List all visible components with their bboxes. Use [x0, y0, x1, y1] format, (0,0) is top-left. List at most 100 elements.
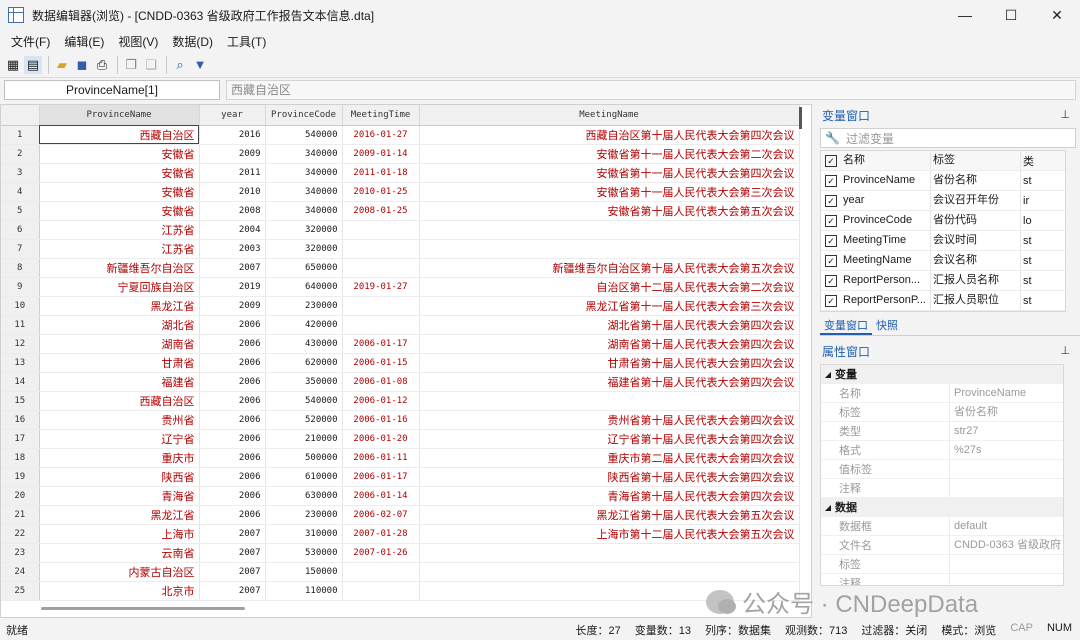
variable-checkbox[interactable]: ✓ — [825, 294, 837, 307]
cell-meetingname[interactable]: 安徽省第十一届人民代表大会第四次会议 — [419, 163, 800, 183]
cell-meetingtime[interactable]: 2010-01-25 — [342, 182, 420, 202]
variable-row[interactable]: ✓ ProvinceName 省份名称 st — [821, 171, 1065, 191]
cell-year[interactable]: 2007 — [199, 562, 266, 582]
cell-provincecode[interactable]: 350000 — [265, 372, 343, 392]
cell-meetingtime[interactable] — [342, 258, 420, 278]
table-row[interactable]: 20 青海省 2006 630000 2006-01-14 青海省第十届人民代表大会第四次… — [1, 486, 800, 506]
edit-mode-icon[interactable]: ▦ — [4, 56, 22, 74]
table-row[interactable]: 17 辽宁省 2006 210000 2006-01-20 辽宁省第十届人民代表大会第四次… — [1, 429, 800, 449]
cell-year[interactable]: 2006 — [199, 448, 266, 468]
cell-meetingtime[interactable]: 2009-01-14 — [342, 144, 420, 164]
cell-provincecode[interactable]: 340000 — [265, 163, 343, 183]
cell-provincecode[interactable]: 500000 — [265, 448, 343, 468]
cell-meetingname[interactable]: 湖北省第十届人民代表大会第四次会议 — [419, 315, 800, 335]
cell-provincecode[interactable]: 210000 — [265, 429, 343, 449]
variable-row[interactable]: ✓ year 会议召开年份 ir — [821, 191, 1065, 211]
menu-edit[interactable]: 编辑(E) — [57, 33, 111, 50]
cell-meetingtime[interactable]: 2006-01-11 — [342, 448, 420, 468]
table-row[interactable]: 4 安徽省 2010 340000 2010-01-25 安徽省第十一届人民代表大会第三次… — [1, 182, 800, 202]
cell-meetingtime[interactable] — [342, 220, 420, 240]
table-row[interactable]: 5 安徽省 2008 340000 2008-01-25 安徽省第十届人民代表大会第五次会… — [1, 201, 800, 221]
variable-checkbox[interactable]: ✓ — [825, 234, 837, 247]
print-icon[interactable]: ⎙ — [93, 56, 111, 74]
property-value[interactable]: str27 — [949, 422, 1063, 440]
table-row[interactable]: 25 北京市 2007 110000 — [1, 581, 800, 601]
cell-meetingname[interactable]: 福建省第十届人民代表大会第四次会议 — [419, 372, 800, 392]
cell-meetingtime[interactable]: 2016-01-27 — [342, 125, 420, 145]
cell-meetingname[interactable]: 贵州省第十届人民代表大会第四次会议 — [419, 410, 800, 430]
property-value[interactable] — [949, 460, 1063, 478]
cell-provincename[interactable]: 江苏省 — [39, 239, 200, 259]
cell-provincename[interactable]: 安徽省 — [39, 144, 200, 164]
column-header-provincename[interactable]: ProvinceName — [39, 105, 200, 126]
cell-meetingtime[interactable]: 2006-01-17 — [342, 334, 420, 354]
cell-provincename[interactable]: 甘肃省 — [39, 353, 200, 373]
cell-year[interactable]: 2004 — [199, 220, 266, 240]
property-row[interactable]: 格式 %27s — [821, 441, 1063, 460]
cell-meetingname[interactable]: 上海市第十二届人民代表大会第五次会议 — [419, 524, 800, 544]
cell-provincecode[interactable]: 340000 — [265, 144, 343, 164]
variable-row[interactable]: ✓ MeetingName 会议名称 st — [821, 251, 1065, 271]
menu-data[interactable]: 数据(D) — [165, 33, 220, 50]
table-row[interactable]: 24 内蒙古自治区 2007 150000 — [1, 562, 800, 582]
column-header-year[interactable]: year — [199, 105, 266, 126]
cell-meetingname[interactable]: 西藏自治区第十届人民代表大会第四次会议 — [419, 125, 800, 145]
cell-provincename[interactable]: 贵州省 — [39, 410, 200, 430]
cell-provincecode[interactable]: 310000 — [265, 524, 343, 544]
minimize-button[interactable]: — — [942, 0, 988, 30]
cell-meetingtime[interactable]: 2006-01-17 — [342, 467, 420, 487]
variables-header-name[interactable]: 名称 — [841, 151, 931, 170]
collapse-icon[interactable]: ◢ — [821, 503, 835, 512]
cell-year[interactable]: 2006 — [199, 505, 266, 525]
cell-provincecode[interactable]: 520000 — [265, 410, 343, 430]
cell-provincecode[interactable]: 320000 — [265, 239, 343, 259]
cell-meetingtime[interactable]: 2006-01-20 — [342, 429, 420, 449]
property-value[interactable] — [949, 479, 1063, 497]
cell-meetingname[interactable] — [419, 562, 800, 582]
cell-provincecode[interactable]: 650000 — [265, 258, 343, 278]
property-value[interactable]: CNDD-0363 省级政府 — [949, 536, 1063, 554]
cell-provincename[interactable]: 内蒙古自治区 — [39, 562, 200, 582]
variable-row[interactable]: ✓ ReportPerson... 汇报人员名称 st — [821, 271, 1065, 291]
cell-provincename[interactable]: 新疆维吾尔自治区 — [39, 258, 200, 278]
cell-year[interactable]: 2016 — [199, 125, 266, 145]
cell-meetingtime[interactable]: 2019-01-27 — [342, 277, 420, 297]
cell-year[interactable]: 2006 — [199, 334, 266, 354]
cell-provincecode[interactable]: 150000 — [265, 562, 343, 582]
property-value[interactable]: %27s — [949, 441, 1063, 459]
cell-provincename[interactable]: 宁夏回族自治区 — [39, 277, 200, 297]
table-row[interactable]: 21 黑龙江省 2006 230000 2006-02-07 黑龙江省第十届人民代表大会第… — [1, 505, 800, 525]
maximize-button[interactable]: ☐ — [988, 0, 1034, 30]
cell-value-field[interactable]: 西藏自治区 — [226, 80, 1076, 100]
cell-year[interactable]: 2007 — [199, 543, 266, 563]
cell-year[interactable]: 2006 — [199, 467, 266, 487]
cell-year[interactable]: 2007 — [199, 581, 266, 601]
cell-year[interactable]: 2006 — [199, 429, 266, 449]
cell-provincecode[interactable]: 320000 — [265, 220, 343, 240]
table-row[interactable]: 7 江苏省 2003 320000 — [1, 239, 800, 259]
cell-provincecode[interactable]: 530000 — [265, 543, 343, 563]
cell-meetingtime[interactable]: 2006-01-16 — [342, 410, 420, 430]
cell-meetingname[interactable]: 新疆维吾尔自治区第十届人民代表大会第五次会议 — [419, 258, 800, 278]
cell-provincecode[interactable]: 230000 — [265, 505, 343, 525]
save-icon[interactable]: ◼ — [73, 56, 91, 74]
property-value[interactable] — [949, 555, 1063, 573]
variable-checkbox[interactable]: ✓ — [825, 194, 837, 207]
cell-meetingname[interactable]: 自治区第十二届人民代表大会第二次会议 — [419, 277, 800, 297]
pin-icon[interactable]: ⊥ — [1060, 344, 1070, 357]
property-row[interactable]: 标签 — [821, 555, 1063, 574]
variables-header-label[interactable]: 标签 — [931, 151, 1021, 170]
cell-meetingname[interactable]: 陕西省第十届人民代表大会第四次会议 — [419, 467, 800, 487]
copy-icon[interactable]: ❐ — [122, 56, 140, 74]
collapse-icon[interactable]: ◢ — [821, 370, 835, 379]
cell-meetingname[interactable]: 青海省第十届人民代表大会第四次会议 — [419, 486, 800, 506]
column-header-provincecode[interactable]: ProvinceCode — [265, 105, 343, 126]
cell-year[interactable]: 2007 — [199, 258, 266, 278]
cell-meetingtime[interactable]: 2008-01-25 — [342, 201, 420, 221]
variable-filter-input[interactable]: 🔧 过滤变量 — [820, 128, 1076, 148]
menu-tools[interactable]: 工具(T) — [220, 33, 273, 50]
table-row[interactable]: 16 贵州省 2006 520000 2006-01-16 贵州省第十届人民代表大会第四次… — [1, 410, 800, 430]
variable-row[interactable]: ✓ ReportPersonP... 汇报人员职位 st — [821, 291, 1065, 311]
cell-provincecode[interactable]: 630000 — [265, 486, 343, 506]
cell-provincename[interactable]: 西藏自治区 — [39, 391, 200, 411]
